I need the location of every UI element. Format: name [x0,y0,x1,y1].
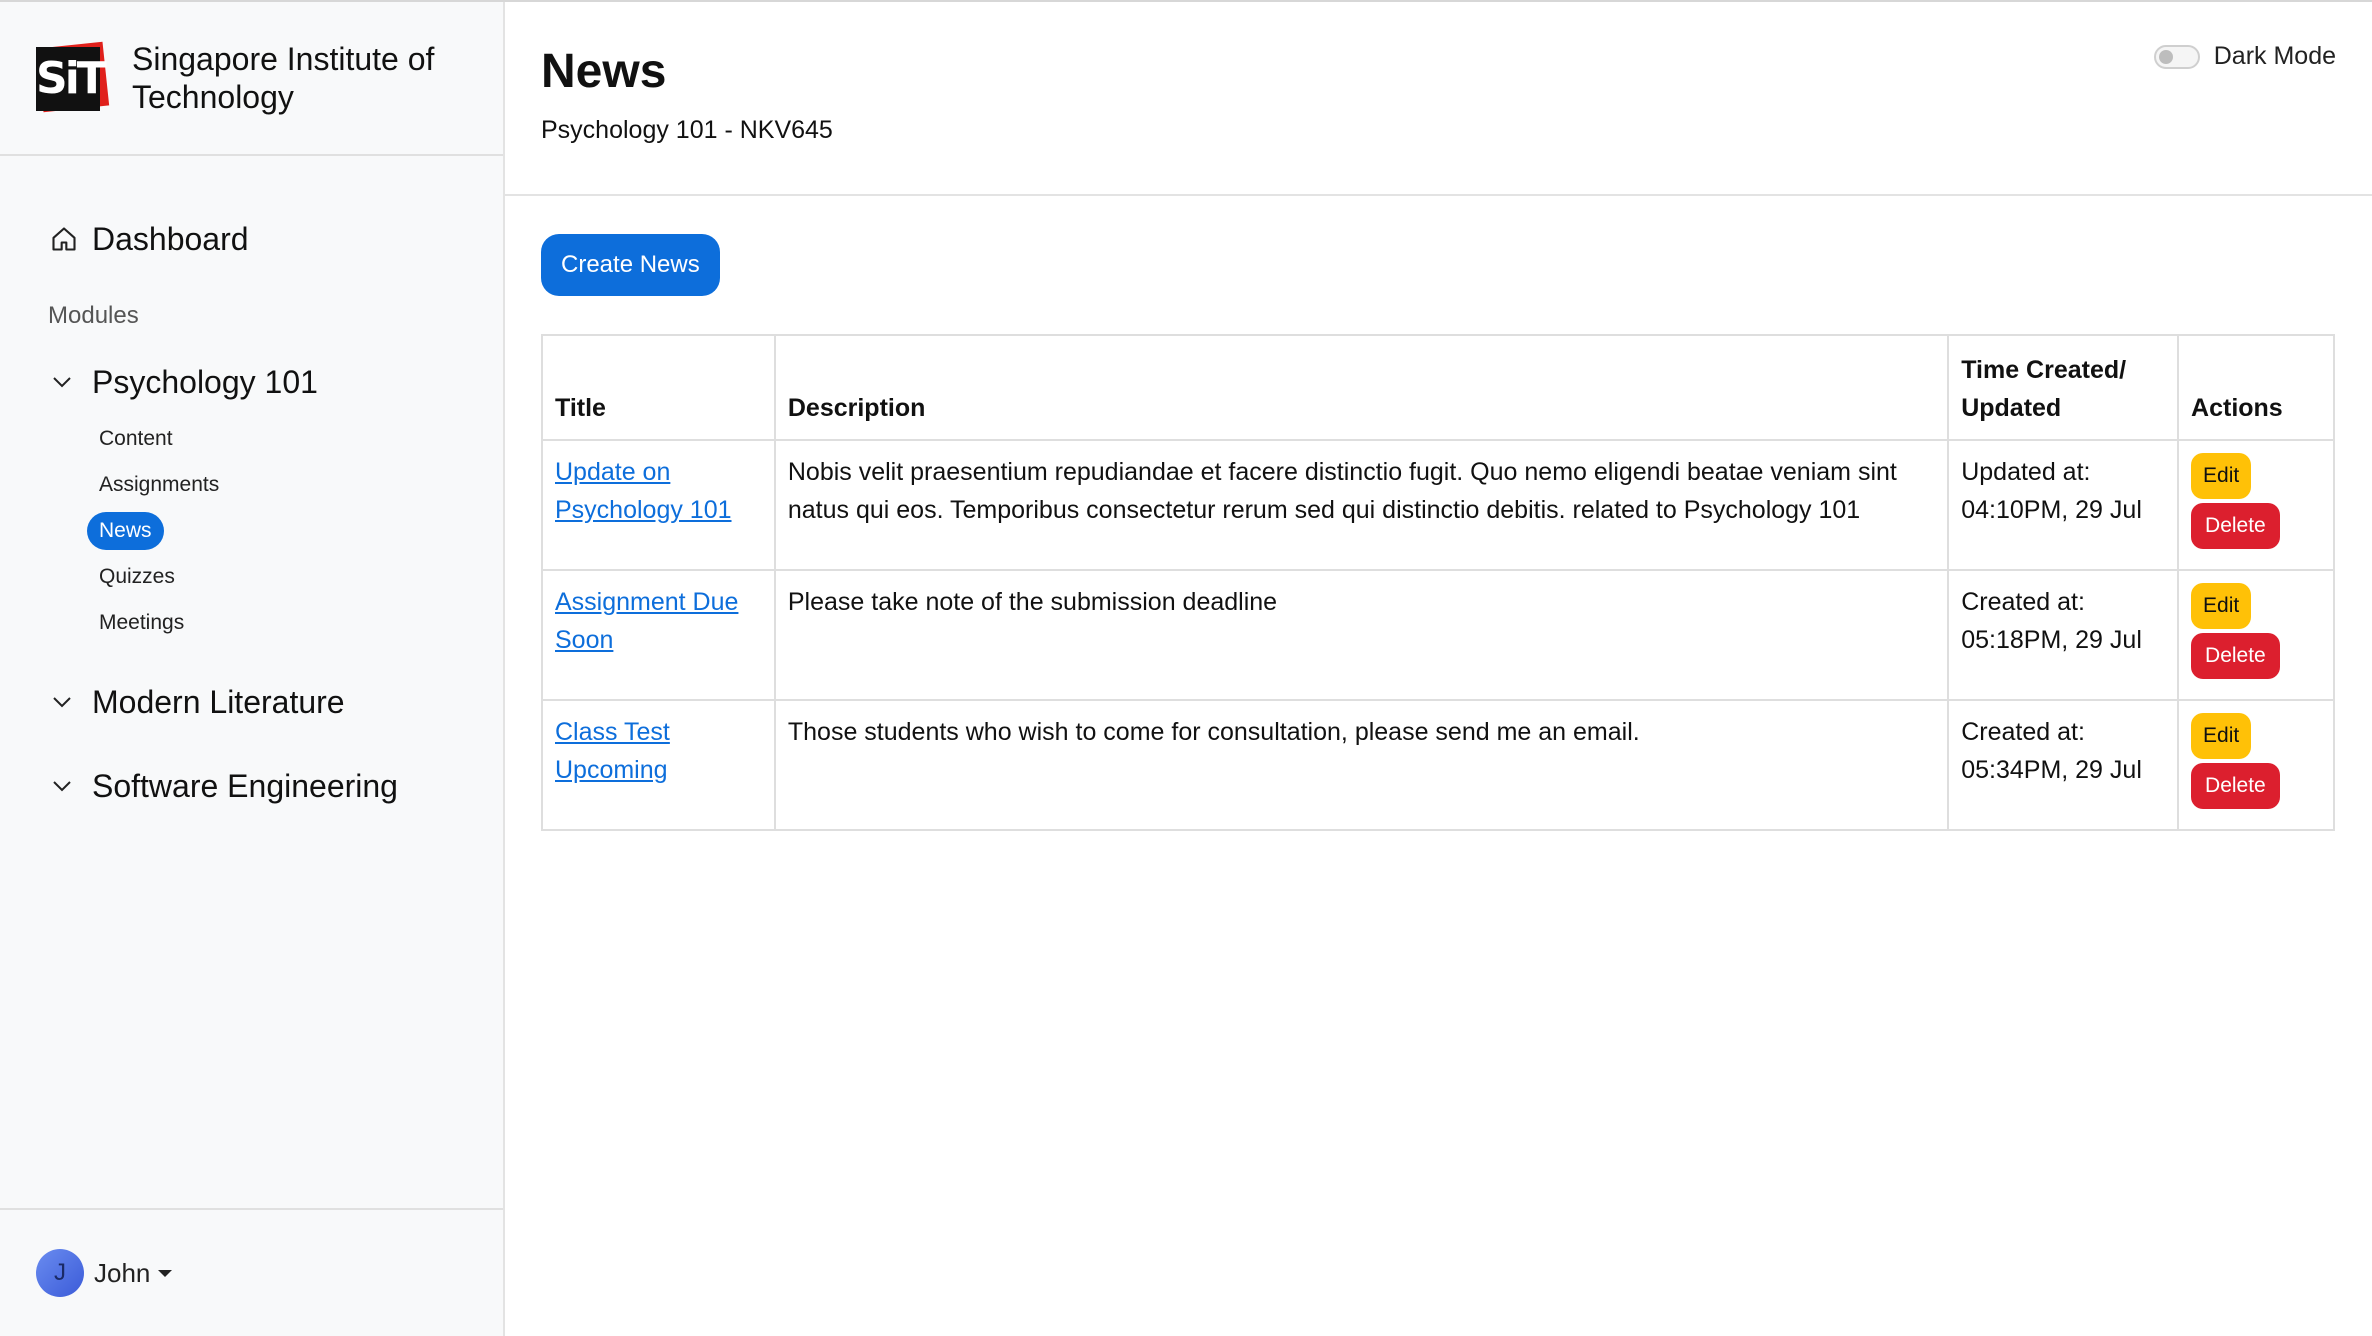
sidebar: SiT Singapore Institute of Technology Da… [0,2,505,1336]
create-news-button[interactable]: Create News [541,234,720,296]
submenu-item-meetings[interactable]: Meetings [0,600,503,646]
news-section: Create News Title Description Time Creat… [505,196,2372,831]
sidebar-nav: Dashboard Modules Psychology 101 Content… [0,156,503,814]
row-actions: Edit Delete [2177,699,2335,831]
user-name: John [94,1257,151,1288]
delete-button[interactable]: Delete [2191,633,2280,679]
dark-mode-toggle[interactable]: Dark Mode [2153,42,2336,71]
table-row: Assignment Due Soon Please take note of … [541,569,2335,701]
news-title-link[interactable]: Class Test Upcoming [555,718,670,784]
user-menu[interactable]: J John [0,1208,503,1336]
news-description: Those students who wish to come for cons… [773,699,1950,831]
news-title-link[interactable]: Assignment Due Soon [555,588,738,654]
caret-down-icon [158,1269,173,1277]
submenu-item-news[interactable]: News [0,508,503,554]
chevron-down-icon [53,781,71,792]
module-name: Software Engineering [92,767,398,804]
sit-logo: SiT [34,41,110,115]
submenu-item-quizzes[interactable]: Quizzes [0,554,503,600]
news-title-link[interactable]: Update on Psychology 101 [555,458,732,524]
column-header-actions: Actions [2177,334,2335,441]
page-header: News Psychology 101 - NKV645 Dark Mode [505,2,2372,196]
module-name: Modern Literature [92,683,345,720]
news-description: Nobis velit praesentium repudiandae et f… [773,439,1950,571]
row-actions: Edit Delete [2177,439,2335,571]
dark-mode-switch[interactable] [2153,44,2200,69]
module-toggle-software-engineering[interactable]: Software Engineering [0,758,503,814]
table-row: Update on Psychology 101 Nobis velit pra… [541,439,2335,571]
page-title: News [541,45,667,98]
module-name: Psychology 101 [92,363,318,400]
page-subtitle: Psychology 101 - NKV645 [541,116,833,144]
chevron-down-icon [53,697,71,708]
delete-button[interactable]: Delete [2191,503,2280,549]
column-header-description: Description [773,334,1950,441]
row-actions: Edit Delete [2177,569,2335,701]
column-header-time: Time Created/ Updated [1947,334,2180,441]
avatar: J [36,1249,84,1297]
column-header-title: Title [541,334,776,441]
table-header-row: Title Description Time Created/ Updated … [541,334,2335,441]
news-table: Title Description Time Created/ Updated … [541,334,2335,831]
edit-button[interactable]: Edit [2191,713,2252,759]
news-description: Please take note of the submission deadl… [773,569,1950,701]
app-root: SiT Singapore Institute of Technology Da… [0,0,2372,1336]
news-time: Created at: 05:34PM, 29 Jul [1947,699,2180,831]
dark-mode-label: Dark Mode [2213,42,2336,70]
edit-button[interactable]: Edit [2191,583,2252,629]
module-submenu: Content Assignments News Quizzes Meeting… [0,416,503,646]
module-toggle-psychology-101[interactable]: Psychology 101 [0,354,503,410]
delete-button[interactable]: Delete [2191,763,2280,809]
main-content: News Psychology 101 - NKV645 Dark Mode C… [505,2,2372,1336]
sidebar-item-dashboard[interactable]: Dashboard [0,214,503,264]
news-time: Created at: 05:18PM, 29 Jul [1947,569,2180,701]
chevron-down-icon [53,377,71,388]
submenu-item-content[interactable]: Content [0,416,503,462]
module-toggle-modern-literature[interactable]: Modern Literature [0,674,503,730]
sidebar-item-label: Dashboard [92,220,249,257]
modules-heading: Modules [48,302,139,329]
home-icon [52,227,76,251]
edit-button[interactable]: Edit [2191,453,2252,499]
table-row: Class Test Upcoming Those students who w… [541,699,2335,831]
news-time: Updated at: 04:10PM, 29 Jul [1947,439,2180,571]
brand-name: Singapore Institute of Technology [132,41,435,115]
brand[interactable]: SiT Singapore Institute of Technology [0,2,503,156]
submenu-item-assignments[interactable]: Assignments [0,462,503,508]
